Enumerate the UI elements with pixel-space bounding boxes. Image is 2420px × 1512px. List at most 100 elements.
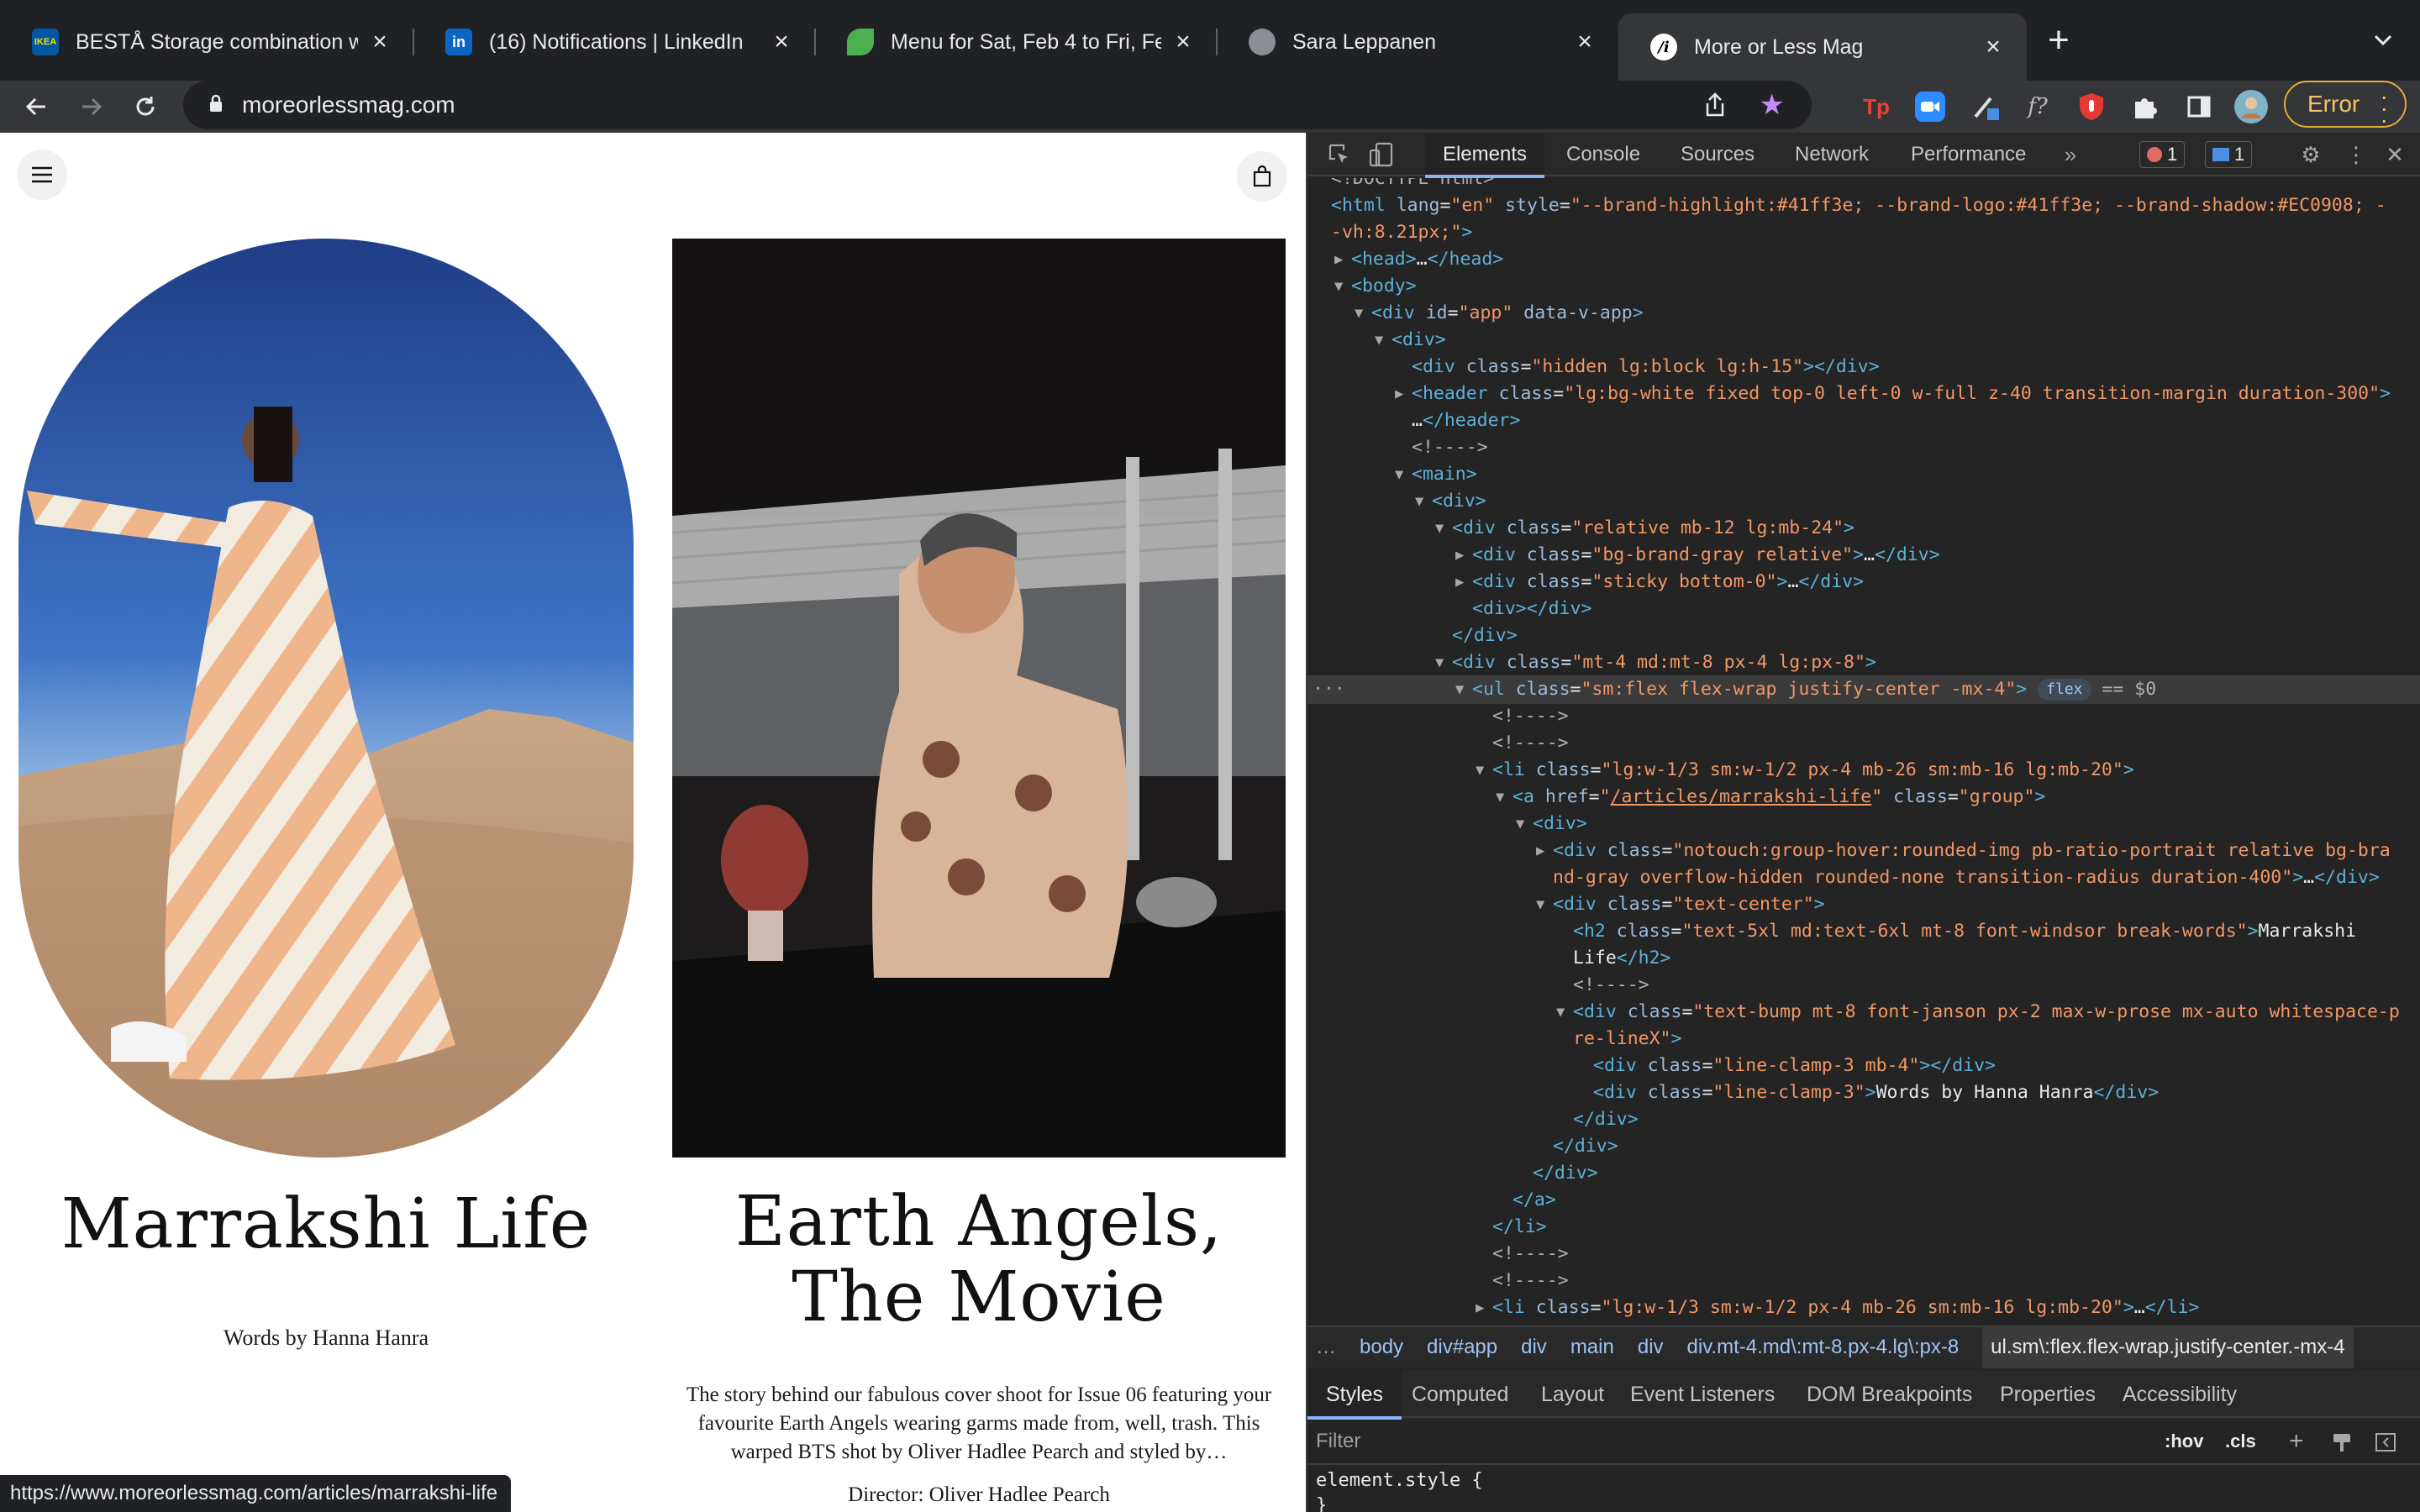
more-tabs-chevron-icon[interactable]: » bbox=[2055, 139, 2086, 170]
new-tab-icon[interactable]: + bbox=[2040, 19, 2077, 60]
dom-node-line[interactable]: ▶ <div class="bg-brand-gray relative">…</… bbox=[1307, 541, 2420, 570]
dom-line-selected[interactable]: ··· ▼ <ul class="sm:flex flex-wrap justify… bbox=[1307, 675, 2420, 704]
collapse-triangle-icon[interactable]: ▶ bbox=[1334, 245, 1343, 274]
tab-layout[interactable]: Layout bbox=[1541, 1371, 1604, 1418]
dom-node-line[interactable]: Life</h2> bbox=[1307, 944, 2420, 973]
tab-dom-breakpoints[interactable]: DOM Breakpoints bbox=[1807, 1371, 1972, 1418]
article-image-marrakshi[interactable] bbox=[18, 239, 634, 1158]
collapse-triangle-icon[interactable]: ▶ bbox=[1536, 837, 1544, 865]
dom-node-line[interactable]: -vh:8.21px;"> bbox=[1307, 218, 2420, 247]
dom-node-line[interactable]: ▶ <header class="lg:bg-white fixed top-0 … bbox=[1307, 380, 2420, 408]
lock-icon[interactable] bbox=[208, 94, 224, 117]
expand-triangle-icon[interactable]: ▼ bbox=[1334, 272, 1343, 301]
url-text[interactable]: moreorlessmag.com bbox=[242, 92, 455, 118]
dom-node-line[interactable]: ▼ <main> bbox=[1307, 460, 2420, 489]
expand-triangle-icon[interactable]: ▼ bbox=[1415, 487, 1423, 516]
browser-tab-ikea[interactable]: IKEA BESTÅ Storage combination wi × bbox=[0, 10, 414, 74]
reload-icon[interactable] bbox=[124, 86, 166, 128]
dom-node-line[interactable]: <div class="line-clamp-3">Words by Hanna… bbox=[1307, 1079, 2420, 1107]
dom-node-line[interactable]: </div> bbox=[1307, 622, 2420, 650]
browser-tab-menu[interactable]: Menu for Sat, Feb 4 to Fri, Feb × bbox=[815, 10, 1218, 74]
expand-triangle-icon[interactable]: ▼ bbox=[1476, 756, 1484, 785]
dom-node-line[interactable]: ▼ <div class="mt-4 md:mt-8 px-4 lg:px-8"> bbox=[1307, 648, 2420, 677]
tab-properties[interactable]: Properties bbox=[2000, 1371, 2096, 1418]
tab-search-chevron-down-icon[interactable] bbox=[2366, 24, 2400, 57]
breadcrumb-item[interactable]: div bbox=[1521, 1336, 1547, 1359]
zoom-extension-icon[interactable] bbox=[1911, 87, 1949, 126]
expand-triangle-icon[interactable]: ▼ bbox=[1455, 675, 1464, 704]
message-count-badge[interactable]: 1 bbox=[2205, 141, 2253, 168]
tab-performance[interactable]: Performance bbox=[1911, 133, 2026, 176]
breadcrumb-overflow-icon[interactable]: … bbox=[1316, 1336, 1336, 1359]
breadcrumb-item[interactable]: div#app bbox=[1427, 1336, 1497, 1359]
dom-node-line[interactable]: <!----> bbox=[1307, 702, 2420, 731]
dom-node-line[interactable]: ▼ <div class="text-center"> bbox=[1307, 890, 2420, 919]
close-tab-icon[interactable]: × bbox=[1571, 28, 1598, 55]
article-card[interactable]: Marrakshi Life Words by Hanna Hanra bbox=[0, 133, 652, 1512]
dom-node-line[interactable]: ▼ <div class="relative mb-12 lg:mb-24"> bbox=[1307, 514, 2420, 543]
profile-avatar[interactable] bbox=[2232, 87, 2270, 126]
dom-node-line[interactable]: ▼ <div class="text-bump mt-8 font-janson … bbox=[1307, 998, 2420, 1026]
article-title[interactable]: Earth Angels, The Movie bbox=[672, 1184, 1286, 1336]
browser-tab-sara[interactable]: Sara Leppanen × bbox=[1217, 10, 1618, 74]
dom-node-line[interactable]: <html lang="en" style="--brand-highlight… bbox=[1307, 192, 2420, 220]
collapse-triangle-icon[interactable]: ▶ bbox=[1395, 380, 1403, 408]
style-rule[interactable]: element.style { } bbox=[1316, 1468, 1483, 1512]
expand-triangle-icon[interactable]: ▼ bbox=[1375, 326, 1383, 354]
dom-node-line[interactable]: <!----> bbox=[1307, 433, 2420, 462]
breadcrumb-item[interactable]: body bbox=[1360, 1336, 1403, 1359]
dom-node-line[interactable]: ▼ <div> bbox=[1307, 487, 2420, 516]
tp-extension-icon[interactable]: Tp bbox=[1857, 87, 1896, 126]
back-arrow-icon[interactable] bbox=[15, 86, 57, 128]
expand-triangle-icon[interactable]: ▼ bbox=[1516, 810, 1524, 838]
breadcrumb-item[interactable]: main bbox=[1570, 1336, 1614, 1359]
close-tab-icon[interactable]: × bbox=[1980, 33, 2007, 60]
expand-triangle-icon[interactable]: ▼ bbox=[1556, 998, 1565, 1026]
forward-arrow-icon[interactable] bbox=[71, 86, 113, 128]
expand-triangle-icon[interactable]: ▼ bbox=[1496, 783, 1504, 811]
paint-brush-icon[interactable] bbox=[2331, 1431, 2353, 1457]
tab-accessibility[interactable]: Accessibility bbox=[2123, 1371, 2237, 1418]
breadcrumb-item-current[interactable]: ul.sm\:flex.flex-wrap.justify-center.-mx… bbox=[1982, 1326, 2354, 1368]
expand-triangle-icon[interactable]: ▼ bbox=[1536, 890, 1544, 919]
dom-node-line[interactable]: re-lineX"> bbox=[1307, 1025, 2420, 1053]
dom-node-line[interactable]: ▼ <body> bbox=[1307, 272, 2420, 301]
dom-node-line[interactable]: </div> bbox=[1307, 1132, 2420, 1161]
error-button[interactable]: Error · · · bbox=[2284, 81, 2407, 132]
adblock-extension-icon[interactable] bbox=[2072, 87, 2111, 126]
expand-triangle-icon[interactable]: ▼ bbox=[1355, 299, 1363, 328]
settings-gear-icon[interactable]: ⚙ bbox=[2296, 139, 2326, 170]
dom-node-line[interactable]: <!----> bbox=[1307, 729, 2420, 758]
dom-node-line[interactable]: <div class="line-clamp-3 mb-4"></div> bbox=[1307, 1052, 2420, 1080]
tab-elements[interactable]: Elements bbox=[1425, 133, 1544, 178]
collapse-triangle-icon[interactable]: ▶ bbox=[1455, 568, 1464, 596]
device-toolbar-icon[interactable] bbox=[1366, 139, 1397, 170]
dom-node-line[interactable]: ▼ <a href="/articles/marrakshi-life" clas… bbox=[1307, 783, 2420, 811]
dom-node-line[interactable]: ▼ <div id="app" data-v-app> bbox=[1307, 299, 2420, 328]
add-rule-plus-icon[interactable]: + bbox=[2289, 1427, 2304, 1456]
article-title[interactable]: Marrakshi Life bbox=[18, 1184, 634, 1264]
close-tab-icon[interactable]: × bbox=[1170, 28, 1197, 55]
dom-node-line[interactable]: nd-gray overflow-hidden rounded-none tra… bbox=[1307, 864, 2420, 892]
tab-network[interactable]: Network bbox=[1795, 133, 1869, 176]
dom-node-line[interactable]: <!----> bbox=[1307, 971, 2420, 1000]
dom-node-line[interactable]: ▶ <li class="lg:w-1/3 sm:w-1/2 px-4 mb-26… bbox=[1307, 1294, 2420, 1322]
breadcrumb-item[interactable]: div bbox=[1638, 1336, 1664, 1359]
browser-tab-moreorless[interactable]: /i More or Less Mag × bbox=[1618, 13, 2027, 81]
dom-node-line[interactable]: <h2 class="text-5xl md:text-6xl mt-8 fon… bbox=[1307, 917, 2420, 946]
dom-node-line[interactable]: ▶ <div class="notouch:group-hover:rounded… bbox=[1307, 837, 2420, 865]
breadcrumb-item[interactable]: div.mt-4.md\:mt-8.px-4.lg\:px-8 bbox=[1687, 1336, 1960, 1359]
dom-node-line[interactable]: </div> bbox=[1307, 1159, 2420, 1188]
dom-node-line[interactable]: </li> bbox=[1307, 1213, 2420, 1242]
tab-computed[interactable]: Computed bbox=[1412, 1371, 1508, 1418]
tab-console[interactable]: Console bbox=[1566, 133, 1640, 176]
dom-node-line[interactable]: ▼ <div> bbox=[1307, 326, 2420, 354]
dom-tree[interactable]: <!DOCTYPE html> <html lang="en" style="--… bbox=[1307, 178, 2420, 1455]
more-vertical-icon[interactable]: ⋮ bbox=[2341, 139, 2371, 170]
dom-node-line[interactable]: ▶ <div class="sticky bottom-0">…</div> bbox=[1307, 568, 2420, 596]
dom-node-line[interactable]: <!----> bbox=[1307, 1240, 2420, 1268]
dom-node-line[interactable]: ▼ <li class="lg:w-1/3 sm:w-1/2 px-4 mb-26… bbox=[1307, 756, 2420, 785]
tab-sources[interactable]: Sources bbox=[1681, 133, 1754, 176]
dom-node-line[interactable]: ▶ <head>…</head> bbox=[1307, 245, 2420, 274]
article-image-earth-angels[interactable] bbox=[672, 239, 1286, 1158]
